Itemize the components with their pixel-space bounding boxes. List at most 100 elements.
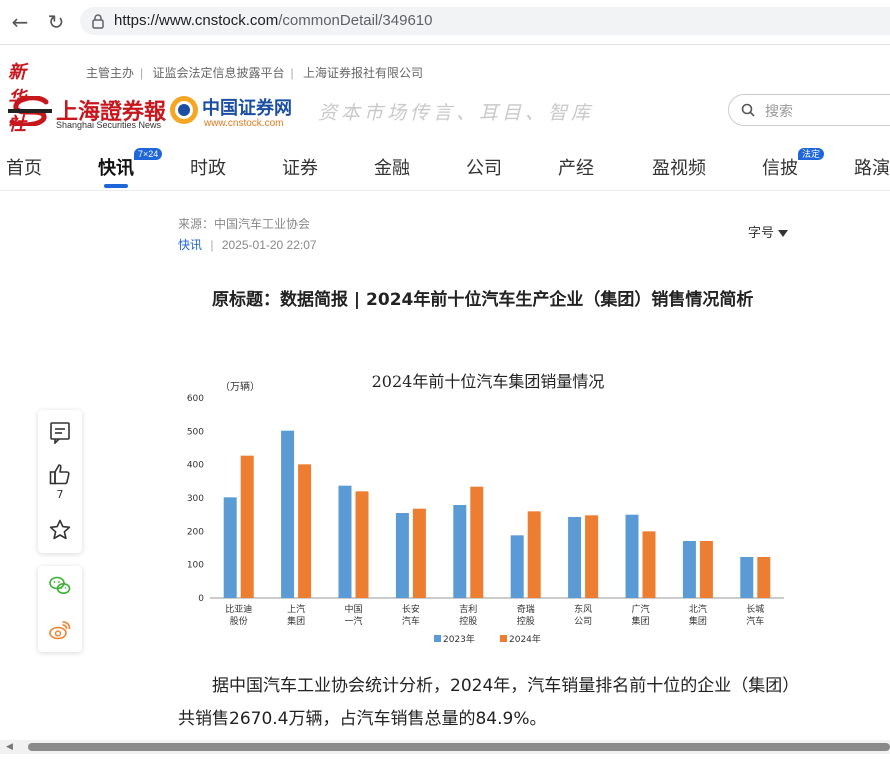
scroll-left-arrow-icon[interactable]: ◀ xyxy=(6,742,13,752)
wechat-icon[interactable] xyxy=(48,574,72,598)
horizontal-scrollbar[interactable]: ◀ xyxy=(0,740,890,754)
legend-swatch xyxy=(500,635,507,642)
nav-item-finance[interactable]: 金融 xyxy=(374,154,410,180)
nav-item-securities[interactable]: 证券 xyxy=(282,154,318,180)
bar-2024 xyxy=(470,486,484,598)
x-category-label: 股份 xyxy=(230,615,248,627)
search-box[interactable]: 搜索 xyxy=(728,94,890,126)
cnstock-domain: www.cnstock.com xyxy=(204,118,284,129)
bar-2023 xyxy=(281,430,295,598)
bar-2024 xyxy=(757,557,771,598)
lock-icon xyxy=(92,14,104,29)
x-category-label: 集团 xyxy=(287,615,305,627)
logo-row: 上海證券報 Shanghai Securities News 中国证券网 www… xyxy=(0,92,890,136)
nav-item-disclosure[interactable]: 信披 xyxy=(762,154,798,180)
nav-item-industry[interactable]: 产经 xyxy=(558,154,594,180)
legend-label: 2023年 xyxy=(443,633,475,645)
browser-toolbar: ← ↻ https://www.cnstock.com/commonDetail… xyxy=(0,0,890,45)
badge-legal: 法定 xyxy=(798,148,825,160)
topline-link-host[interactable]: 主管主办 xyxy=(86,66,134,80)
bar-2023 xyxy=(223,497,237,598)
bar-2023 xyxy=(338,485,352,598)
legend-label: 2024年 xyxy=(509,633,541,645)
bar-2023 xyxy=(740,557,754,598)
y-tick-label: 500 xyxy=(187,427,204,437)
bar-2023 xyxy=(453,505,467,598)
x-category-label: 集团 xyxy=(631,615,649,627)
url-path: /commonDetail/349610 xyxy=(278,12,433,29)
article-headline: 原标题：数据简报 | 2024年前十位汽车生产企业（集团）销售情况简析 xyxy=(212,290,754,310)
reload-icon[interactable]: ↻ xyxy=(44,10,68,34)
topline-link-company[interactable]: 上海证券报社有限公司 xyxy=(303,66,423,80)
bar-2023 xyxy=(682,541,696,598)
chart-plot: （万辆） 0 100 200 300 400 500 600 比亚迪股份 上汽集团 中国一汽 长安汽车… xyxy=(187,380,784,645)
nav-item-video[interactable]: 盈视频 xyxy=(652,154,706,180)
font-size-dropdown[interactable]: 字号 xyxy=(748,222,789,241)
ssn-mark-icon xyxy=(8,96,52,126)
badge-7x24: 7×24 xyxy=(134,148,163,160)
bar-2024 xyxy=(527,511,541,598)
x-category-label: 控股 xyxy=(517,615,535,627)
bar-2023 xyxy=(568,517,582,598)
x-category-label: 上汽 xyxy=(287,603,305,615)
like-count: 7 xyxy=(56,488,64,501)
star-icon[interactable] xyxy=(48,518,72,542)
y-unit-label: （万辆） xyxy=(220,380,260,393)
bar-2024 xyxy=(642,531,656,598)
x-category-label: 北汽 xyxy=(689,603,707,615)
article-source: 来源：中国汽车工业协会 xyxy=(178,217,311,231)
x-category-label: 比亚迪 xyxy=(225,603,252,615)
nav-item-politics[interactable]: 时政 xyxy=(190,154,226,180)
bar-2023 xyxy=(510,535,524,598)
bar-2023 xyxy=(395,513,409,598)
sales-chart: 2024年前十位汽车集团销量情况 （万辆） 0 100 200 300 400 500 600… xyxy=(178,362,798,654)
main-nav: 首页 快讯 7×24 时政 证券 金融 公司 产经 盈视频 信披 法定 路演 xyxy=(0,148,890,191)
bar-2024 xyxy=(585,515,599,598)
y-tick-label: 100 xyxy=(187,561,204,571)
x-category-label: 一汽 xyxy=(344,615,362,627)
article-meta: 来源：中国汽车工业协会 快讯 | 2025-01-20 22:07 xyxy=(178,217,317,252)
nav-item-roadshow[interactable]: 路演 xyxy=(854,154,890,180)
thumbs-up-icon[interactable] xyxy=(48,462,72,486)
bar-2023 xyxy=(625,514,639,598)
search-placeholder: 搜索 xyxy=(765,103,793,119)
slogan: 资本市场传言、耳目、智库 xyxy=(318,102,595,124)
back-arrow-icon[interactable]: ← xyxy=(8,10,32,34)
x-category-label: 东风 xyxy=(574,603,592,615)
x-category-label: 集团 xyxy=(689,615,707,627)
x-category-label: 广汽 xyxy=(631,603,649,615)
nav-item-home[interactable]: 首页 xyxy=(6,154,42,180)
bar-2024 xyxy=(355,491,369,598)
address-bar[interactable]: https://www.cnstock.com/commonDetail/349… xyxy=(80,7,890,35)
x-category-label: 控股 xyxy=(459,615,477,627)
x-category-label: 长城 xyxy=(746,603,764,615)
comment-icon[interactable] xyxy=(48,420,72,444)
x-category-label: 中国 xyxy=(344,603,362,615)
x-category-label: 吉利 xyxy=(459,603,477,615)
legend-swatch xyxy=(434,635,441,642)
y-tick-label: 300 xyxy=(187,494,204,504)
article-category[interactable]: 快讯 xyxy=(178,238,202,252)
bar-2024 xyxy=(298,464,312,598)
bar-2024 xyxy=(699,541,713,598)
ssn-english-name: Shanghai Securities News xyxy=(56,120,162,130)
bar-2024 xyxy=(412,508,426,598)
cnstock-mark-icon xyxy=(170,96,198,124)
y-tick-label: 200 xyxy=(187,527,204,537)
weibo-icon[interactable] xyxy=(48,618,72,642)
topline-link-disclosure[interactable]: 证监会法定信息披露平台 xyxy=(152,66,284,80)
article-datetime: 2025-01-20 22:07 xyxy=(221,238,317,252)
font-size-label: 字号 xyxy=(748,226,775,241)
nav-item-company[interactable]: 公司 xyxy=(466,154,502,180)
x-category-label: 公司 xyxy=(574,616,592,627)
x-category-label: 奇瑞 xyxy=(517,603,535,615)
cnstock-chinese-name: 中国证券网 xyxy=(202,98,292,119)
x-category-label: 汽车 xyxy=(746,615,764,627)
nav-item-kuaixun[interactable]: 快讯 xyxy=(98,154,134,180)
active-tab-underline xyxy=(104,184,128,188)
share-bar xyxy=(38,566,82,652)
caret-down-icon xyxy=(778,230,789,237)
url-host: https://www.cnstock.com xyxy=(114,12,279,29)
scrollbar-thumb[interactable] xyxy=(28,743,890,751)
bar-2024 xyxy=(240,455,254,598)
